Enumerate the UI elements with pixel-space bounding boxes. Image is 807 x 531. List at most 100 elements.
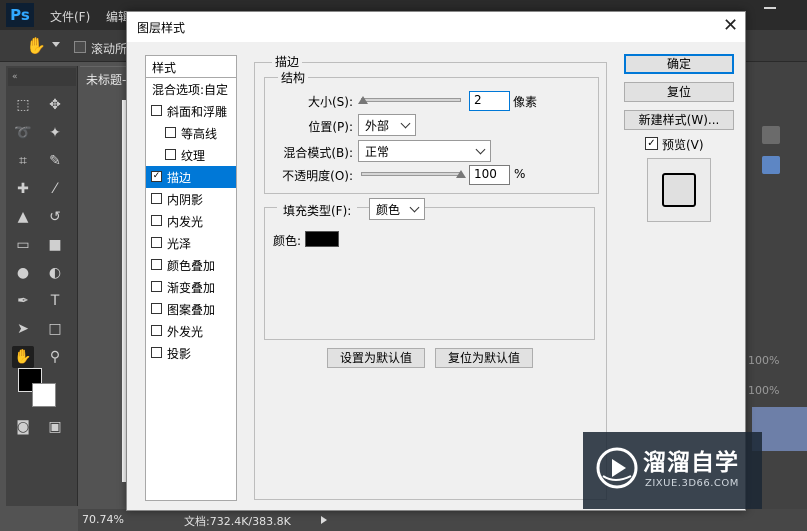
dodge-tool-icon[interactable]: ◐ bbox=[44, 262, 66, 284]
chevron-down-icon bbox=[400, 118, 411, 129]
style-item[interactable]: 内发光 bbox=[146, 210, 236, 232]
style-item[interactable]: 内阴影 bbox=[146, 188, 236, 210]
layers-fill[interactable]: 100% bbox=[748, 384, 779, 397]
clone-stamp-tool-icon[interactable]: ▲ bbox=[12, 206, 34, 228]
size-unit: 像素 bbox=[513, 95, 538, 109]
size-input[interactable]: 2 bbox=[469, 91, 510, 111]
type-tool-icon[interactable]: T bbox=[44, 290, 66, 312]
hand-tool-active-icon[interactable]: ✋ bbox=[12, 346, 34, 368]
style-item-checkbox[interactable] bbox=[151, 325, 162, 336]
zoom-tool-icon[interactable]: ⚲ bbox=[44, 346, 66, 368]
style-item-checkbox[interactable] bbox=[151, 259, 162, 270]
chevron-down-icon bbox=[409, 202, 420, 213]
style-item[interactable]: 图案叠加 bbox=[146, 298, 236, 320]
style-item-checkbox[interactable] bbox=[151, 303, 162, 314]
style-item[interactable]: 等高线 bbox=[146, 122, 236, 144]
healing-brush-tool-icon[interactable]: ✚ bbox=[12, 178, 34, 200]
style-item-checkbox[interactable] bbox=[151, 215, 162, 226]
gradient-tool-icon[interactable]: ■ bbox=[44, 234, 66, 256]
style-item-checkbox[interactable]: ✓ bbox=[151, 171, 162, 182]
reset-button[interactable]: 复位 bbox=[624, 82, 734, 102]
opacity-slider-thumb[interactable] bbox=[456, 170, 466, 178]
scroll-all-checkbox[interactable] bbox=[74, 41, 86, 53]
tools-panel-grip[interactable]: « bbox=[8, 68, 76, 86]
path-selection-tool-icon[interactable]: ➤ bbox=[12, 318, 34, 340]
brush-tool-icon[interactable]: ⁄ bbox=[44, 178, 66, 200]
new-style-button[interactable]: 新建样式(W)... bbox=[624, 110, 734, 130]
style-item[interactable]: 渐变叠加 bbox=[146, 276, 236, 298]
make-default-button[interactable]: 设置为默认值 bbox=[327, 348, 425, 368]
style-item-label: 内阴影 bbox=[167, 193, 204, 207]
style-preview-shape bbox=[662, 173, 696, 207]
style-item-label: 渐变叠加 bbox=[167, 281, 216, 295]
style-item[interactable]: ✓ 描边 bbox=[146, 166, 236, 188]
styles-header[interactable]: 样式 bbox=[146, 56, 236, 78]
style-preset-icon[interactable] bbox=[762, 126, 780, 144]
pen-tool-icon[interactable]: ✒ bbox=[12, 290, 34, 312]
lasso-tool-icon[interactable]: ➰ bbox=[12, 122, 34, 144]
style-item-checkbox[interactable] bbox=[151, 237, 162, 248]
style-item-label: 图案叠加 bbox=[167, 303, 216, 317]
style-item-checkbox[interactable] bbox=[151, 281, 162, 292]
opacity-input[interactable]: 100 bbox=[469, 165, 510, 185]
style-item-checkbox[interactable] bbox=[151, 193, 162, 204]
style-item-label: 纹理 bbox=[181, 149, 206, 163]
position-value: 外部 bbox=[365, 119, 390, 133]
zoom-level[interactable]: 70.74% bbox=[82, 513, 124, 526]
watermark-url: ZIXUE.3D66.COM bbox=[645, 478, 739, 489]
style-item-checkbox[interactable] bbox=[151, 105, 162, 116]
style-item-checkbox[interactable] bbox=[165, 127, 176, 138]
style-item-label: 光泽 bbox=[167, 237, 192, 251]
quick-mask-icon[interactable]: ◙ bbox=[12, 416, 34, 438]
history-brush-tool-icon[interactable]: ↺ bbox=[44, 206, 66, 228]
style-preset-blue-icon[interactable] bbox=[762, 156, 780, 174]
style-item[interactable]: 外发光 bbox=[146, 320, 236, 342]
position-dropdown[interactable]: 外部 bbox=[358, 114, 416, 136]
marquee-tool-icon[interactable]: ⬚ bbox=[12, 94, 34, 116]
blending-options-item[interactable]: 混合选项:自定 bbox=[146, 78, 236, 100]
eyedropper-tool-icon[interactable]: ✎ bbox=[44, 150, 66, 172]
dialog-titlebar[interactable]: 图层样式 ✕ bbox=[127, 12, 745, 42]
minimize-icon[interactable] bbox=[764, 7, 776, 9]
background-color-swatch[interactable] bbox=[32, 383, 56, 407]
style-item[interactable]: 纹理 bbox=[146, 144, 236, 166]
status-menu-arrow-icon[interactable] bbox=[321, 516, 327, 524]
hand-tool-icon[interactable]: ✋ bbox=[26, 36, 46, 55]
reset-default-button[interactable]: 复位为默认值 bbox=[435, 348, 533, 368]
style-item[interactable]: 颜色叠加 bbox=[146, 254, 236, 276]
layers-opacity[interactable]: 100% bbox=[748, 354, 779, 367]
size-slider[interactable] bbox=[361, 98, 461, 102]
watermark-logo-icon bbox=[596, 447, 638, 489]
screen-mode-icon[interactable]: ▣ bbox=[44, 416, 66, 438]
style-item[interactable]: 投影 bbox=[146, 342, 236, 364]
move-tool-icon[interactable]: ✥ bbox=[44, 94, 66, 116]
style-item[interactable]: 光泽 bbox=[146, 232, 236, 254]
close-icon[interactable]: ✕ bbox=[723, 16, 738, 36]
style-item-label: 描边 bbox=[167, 171, 192, 185]
dialog-title: 图层样式 bbox=[137, 21, 186, 35]
stroke-color-swatch[interactable] bbox=[305, 231, 339, 247]
fill-type-group bbox=[264, 207, 595, 340]
menu-file[interactable]: 文件(F) bbox=[50, 8, 90, 25]
rectangle-tool-icon[interactable]: □ bbox=[44, 318, 66, 340]
blur-tool-icon[interactable]: ● bbox=[12, 262, 34, 284]
blend-mode-dropdown[interactable]: 正常 bbox=[358, 140, 491, 162]
style-item-label: 斜面和浮雕 bbox=[167, 105, 228, 119]
style-item-label: 外发光 bbox=[167, 325, 204, 339]
crop-tool-icon[interactable]: ⌗ bbox=[12, 150, 34, 172]
style-item-checkbox[interactable] bbox=[165, 149, 176, 160]
fill-type-dropdown[interactable]: 颜色 bbox=[369, 198, 425, 220]
opacity-slider[interactable] bbox=[361, 172, 461, 176]
preview-checkbox[interactable]: ✓ bbox=[645, 137, 658, 150]
style-item-label: 内发光 bbox=[167, 215, 204, 229]
style-item[interactable]: 斜面和浮雕 bbox=[146, 100, 236, 122]
style-item-label: 投影 bbox=[167, 347, 192, 361]
tool-preset-arrow-icon[interactable] bbox=[52, 42, 60, 47]
eraser-tool-icon[interactable]: ▭ bbox=[12, 234, 34, 256]
ok-button[interactable]: 确定 bbox=[624, 54, 734, 74]
preview-label: 预览(V) bbox=[662, 138, 704, 152]
magic-wand-tool-icon[interactable]: ✦ bbox=[44, 122, 66, 144]
size-label: 大小(S): bbox=[307, 95, 353, 109]
style-item-checkbox[interactable] bbox=[151, 347, 162, 358]
size-slider-thumb[interactable] bbox=[358, 96, 368, 104]
